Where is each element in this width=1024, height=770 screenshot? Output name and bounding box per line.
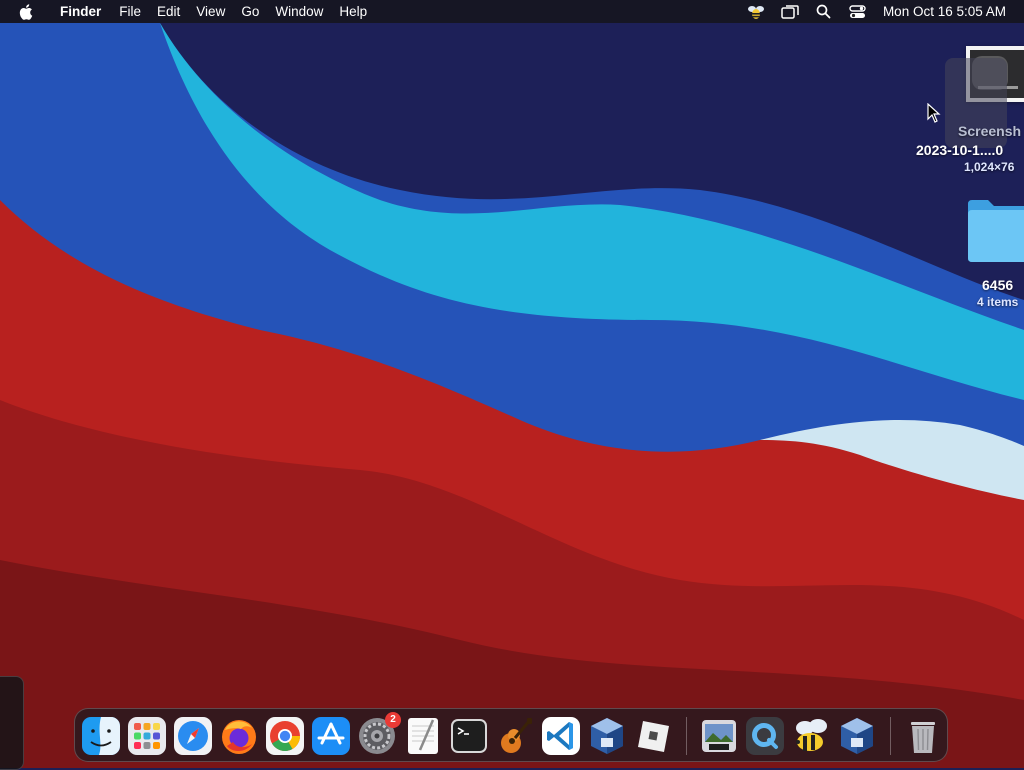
menu-go[interactable]: Go	[233, 0, 267, 23]
dock-app-safari[interactable]	[173, 716, 213, 756]
dock-app-preview[interactable]	[699, 716, 739, 756]
dock-app-virtualbox[interactable]	[587, 716, 627, 756]
stage-manager-tab[interactable]	[0, 676, 24, 770]
dock-app-vscode[interactable]	[541, 716, 581, 756]
dock-app-quicktime[interactable]	[745, 716, 785, 756]
virtualbox-icon	[591, 718, 623, 754]
dock-app-virtualbox-vm[interactable]	[837, 716, 877, 756]
desktop-item-name-line2: 2023-10-1....0	[916, 142, 1004, 158]
finder-icon	[82, 717, 120, 755]
dock-app-launchpad[interactable]	[127, 716, 167, 756]
menu-help[interactable]: Help	[331, 0, 375, 23]
vscode-icon	[542, 717, 580, 755]
control-center-icon[interactable]	[847, 3, 869, 21]
menu-bar: Finder File Edit View Go Window Help Mon…	[0, 0, 1024, 23]
dock-app-finder[interactable]	[81, 716, 121, 756]
bee-app-icon	[796, 719, 827, 751]
app-store-icon	[312, 717, 350, 755]
desktop-item-name: 6456	[982, 277, 1014, 293]
dock-app-textedit[interactable]	[403, 716, 443, 756]
garageband-icon	[501, 718, 532, 753]
folder-icon	[968, 200, 1024, 262]
trash-icon	[911, 722, 935, 753]
status-area: Mon Oct 16 5:05 AM	[739, 0, 1024, 23]
apple-logo-icon[interactable]	[18, 3, 34, 20]
launchpad-icon	[128, 717, 166, 755]
dock-separator	[890, 717, 891, 755]
dock-app-bee[interactable]	[791, 716, 831, 756]
textedit-icon	[408, 718, 438, 754]
bee-icon[interactable]	[745, 3, 767, 21]
desktop-wallpaper	[0, 0, 1024, 768]
roblox-icon	[638, 721, 669, 752]
menu-file[interactable]: File	[111, 0, 149, 23]
dock-separator	[686, 717, 687, 755]
safari-icon	[174, 717, 212, 755]
menu-window[interactable]: Window	[267, 0, 331, 23]
dock-app-firefox[interactable]	[219, 716, 259, 756]
desktop-item-meta: 4 items	[977, 295, 1019, 309]
virtualbox-vm-icon	[841, 718, 873, 754]
terminal-icon	[451, 719, 487, 753]
dock-app-app-store[interactable]	[311, 716, 351, 756]
dock-app-garageband[interactable]	[495, 716, 535, 756]
quicktime-icon	[746, 717, 784, 755]
dock-app-terminal[interactable]	[449, 716, 489, 756]
screen-mirroring-icon[interactable]	[779, 3, 801, 21]
firefox-icon	[222, 720, 256, 754]
desktop-item-meta: 1,024×76	[964, 160, 1015, 174]
menu-edit[interactable]: Edit	[149, 0, 188, 23]
menubar-clock[interactable]: Mon Oct 16 5:05 AM	[875, 4, 1024, 19]
dock-app-roblox[interactable]	[633, 716, 673, 756]
desktop-item-name: Screensh	[958, 123, 1022, 139]
preview-icon	[702, 720, 736, 752]
chrome-icon	[266, 717, 304, 755]
dock-app-system-settings[interactable]: 2	[357, 712, 401, 756]
dock-app-chrome[interactable]	[265, 716, 305, 756]
menu-view[interactable]: View	[188, 0, 233, 23]
spotlight-search-icon[interactable]	[813, 3, 835, 21]
mouse-cursor-icon	[927, 103, 941, 123]
notification-badge: 2	[385, 712, 401, 728]
menu-app-name[interactable]: Finder	[52, 0, 109, 23]
dock-app-trash[interactable]	[903, 716, 943, 756]
dock: 2	[74, 708, 948, 762]
